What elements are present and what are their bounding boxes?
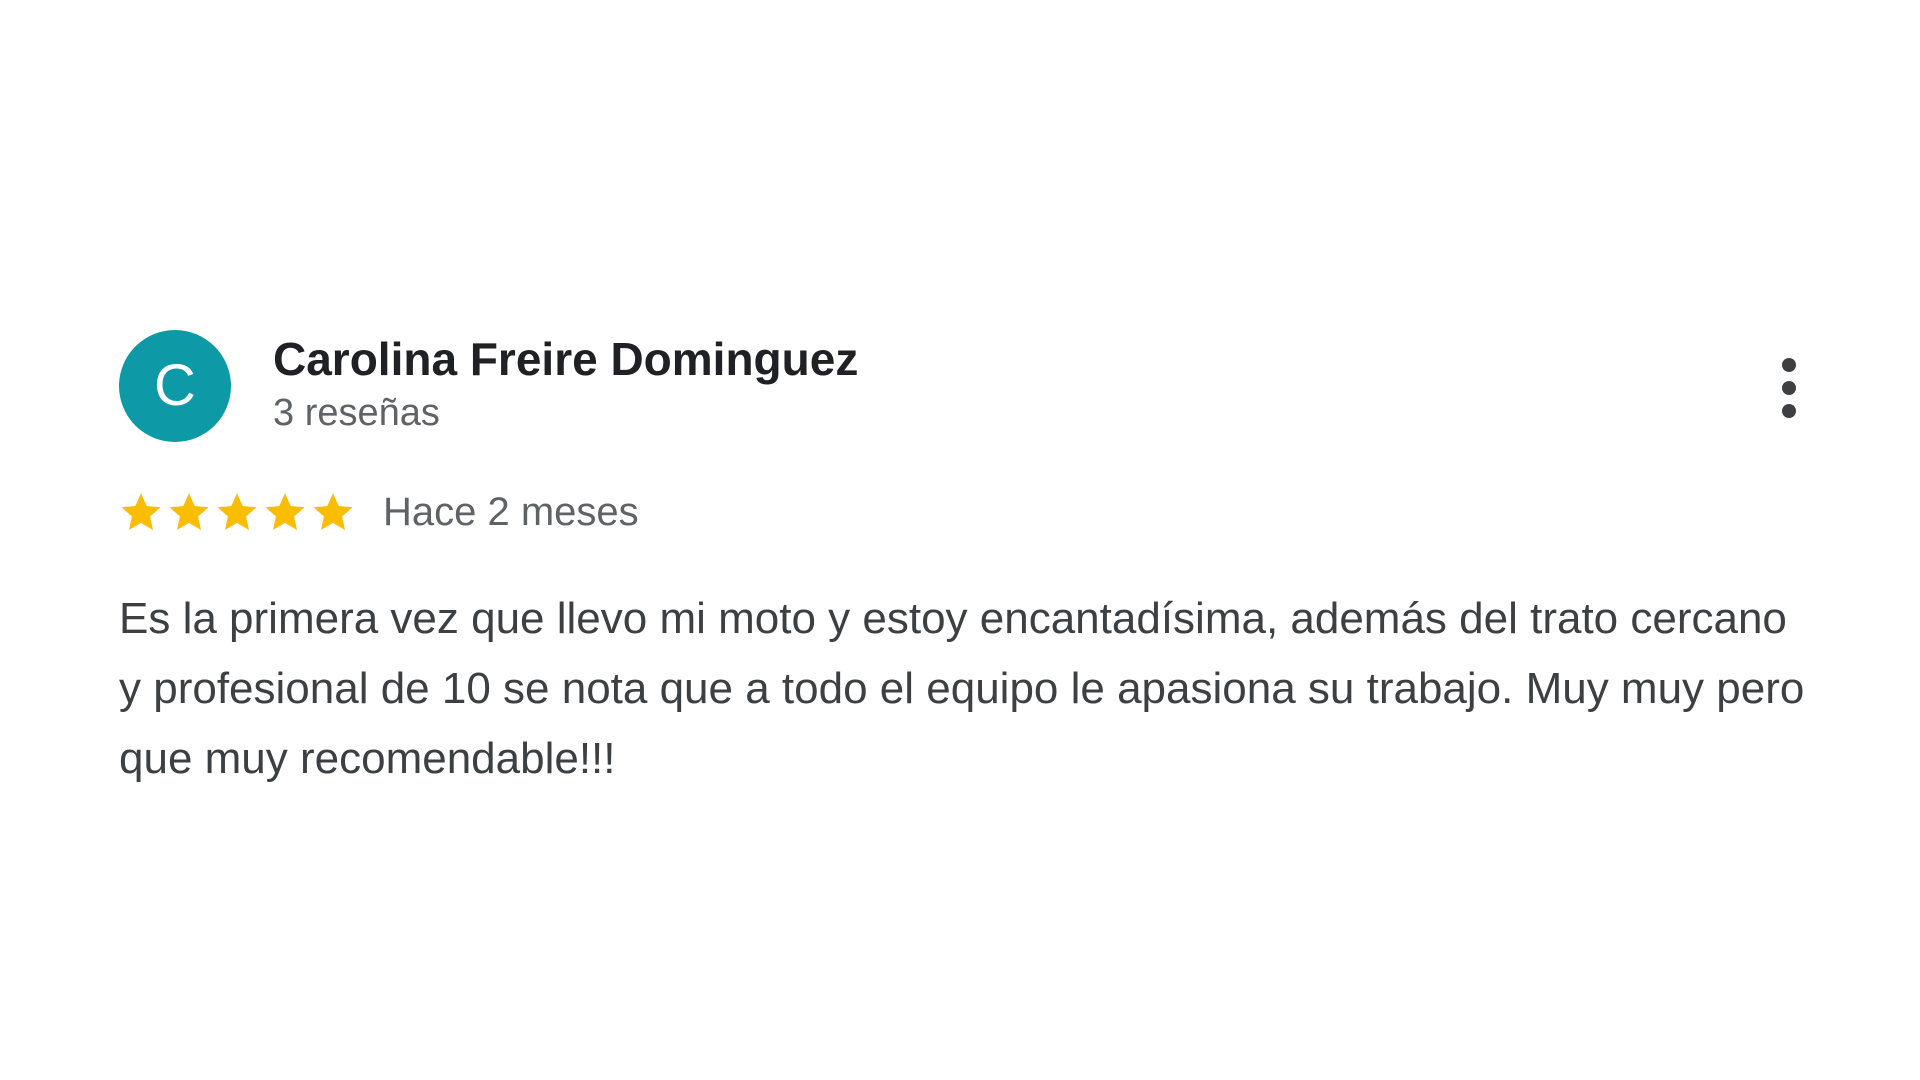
star-icon <box>217 493 257 531</box>
avatar[interactable]: C <box>119 330 231 442</box>
author-name[interactable]: Carolina Freire Dominguez <box>273 330 858 388</box>
star-icon <box>265 493 305 531</box>
more-vert-icon <box>1782 381 1796 395</box>
more-vert-icon <box>1782 358 1796 372</box>
star-rating <box>119 490 355 534</box>
author-info: Carolina Freire Dominguez 3 reseñas <box>273 330 858 438</box>
review-meta: Hace 2 meses <box>119 482 1809 542</box>
review-card: C Carolina Freire Dominguez 3 reseñas Ha… <box>119 330 1809 794</box>
review-time: Hace 2 meses <box>383 489 639 534</box>
author-review-count: 3 reseñas <box>273 392 440 434</box>
star-icon <box>313 493 353 531</box>
more-vert-icon <box>1782 404 1796 418</box>
page: C Carolina Freire Dominguez 3 reseñas Ha… <box>0 0 1920 1080</box>
review-header: C Carolina Freire Dominguez 3 reseñas <box>119 330 1809 442</box>
star-icon <box>121 493 161 531</box>
more-options-button[interactable] <box>1769 348 1809 428</box>
review-text: Es la primera vez que llevo mi moto y es… <box>119 594 1805 783</box>
star-icon <box>169 493 209 531</box>
